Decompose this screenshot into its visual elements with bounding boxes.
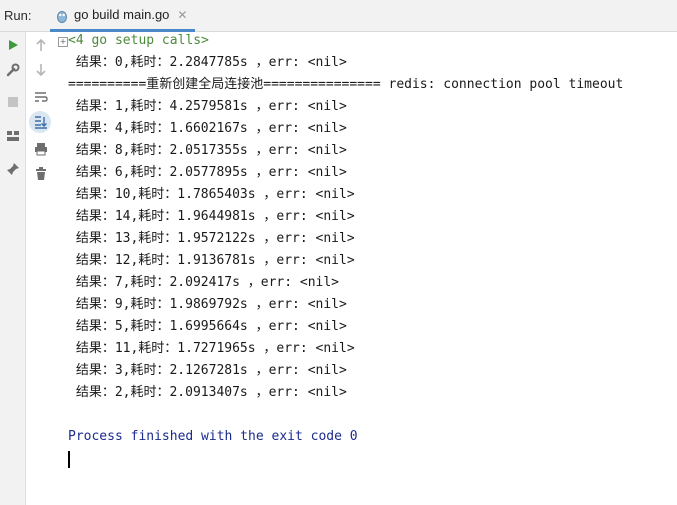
run-left-toolbar	[0, 32, 26, 505]
scroll-to-end-icon[interactable]	[33, 114, 49, 130]
tab-label: go build main.go	[74, 7, 170, 22]
down-arrow-icon[interactable]	[33, 62, 49, 78]
up-arrow-icon[interactable]	[33, 37, 49, 53]
run-tab-go-build[interactable]: go build main.go ✕	[50, 0, 196, 32]
run-icon[interactable]	[5, 37, 21, 53]
console-line: 结果：7,耗时：2.092417s ，err: <nil>	[68, 275, 340, 290]
run-tool-window-header: Run: go build main.go ✕	[0, 0, 677, 32]
console-line: 结果：1,耗时：4.2579581s ，err: <nil>	[68, 99, 347, 114]
console-line: 结果：2,耗时：2.0913407s ，err: <nil>	[68, 385, 347, 400]
soft-wrap-icon[interactable]	[33, 89, 49, 105]
pin-icon[interactable]	[5, 161, 21, 177]
trash-icon[interactable]	[33, 166, 49, 182]
wrench-icon[interactable]	[5, 62, 21, 78]
layout-icon[interactable]	[5, 128, 21, 144]
console-line: 结果：5,耗时：1.6995664s ，err: <nil>	[68, 319, 347, 334]
console-line: 结果：14,耗时：1.9644981s ，err: <nil>	[68, 209, 355, 224]
process-finished-line: Process finished with the exit code 0	[68, 429, 358, 444]
console-line: ==========重新创建全局连接池=============== redis…	[68, 77, 624, 92]
console-line: 结果：3,耗时：2.1267281s ，err: <nil>	[68, 363, 347, 378]
print-icon[interactable]	[33, 141, 49, 157]
console-line: 结果：10,耗时：1.7865403s ，err: <nil>	[68, 187, 355, 202]
console-line: 结果：9,耗时：1.9869792s ，err: <nil>	[68, 297, 347, 312]
close-icon[interactable]: ✕	[177, 8, 187, 22]
stop-icon[interactable]	[5, 94, 21, 110]
gopher-icon	[56, 8, 68, 23]
fold-toggle-icon[interactable]: +	[58, 37, 68, 47]
console-line: 结果：11,耗时：1.7271965s ，err: <nil>	[68, 341, 355, 356]
text-caret	[68, 451, 70, 468]
console-line: 结果：12,耗时：1.9136781s ，err: <nil>	[68, 253, 355, 268]
console-line: 结果：0,耗时：2.2847785s ，err: <nil>	[68, 55, 347, 70]
console-line: 结果：13,耗时：1.9572122s ，err: <nil>	[68, 231, 355, 246]
setup-calls-fold[interactable]: <4 go setup calls>	[68, 30, 209, 52]
console-line: 结果：8,耗时：2.0517355s ，err: <nil>	[68, 143, 347, 158]
console-toolbar	[26, 32, 56, 505]
console-line: 结果：4,耗时：1.6602167s ，err: <nil>	[68, 121, 347, 136]
run-label: Run:	[4, 8, 32, 23]
console-line: 结果：6,耗时：2.0577895s ，err: <nil>	[68, 165, 347, 180]
console-output[interactable]: <4 go setup calls> 结果：0,耗时：2.2847785s ，e…	[68, 32, 677, 505]
